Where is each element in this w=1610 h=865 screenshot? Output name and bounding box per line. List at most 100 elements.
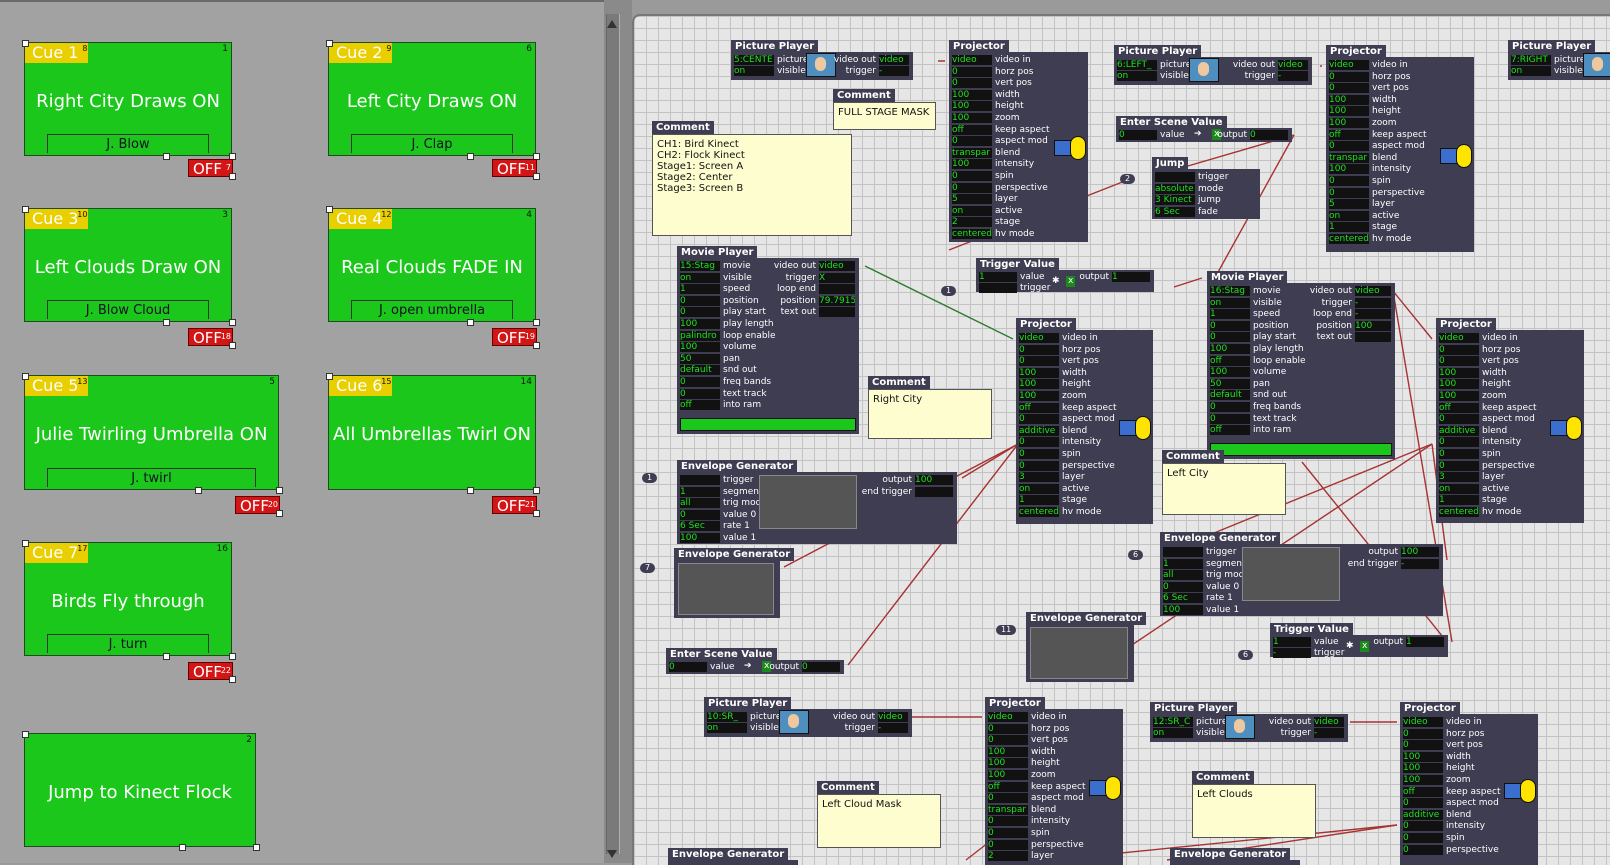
movie-progress-bar[interactable] xyxy=(1210,443,1392,456)
envelope-graph[interactable] xyxy=(759,475,857,529)
input-value[interactable]: transpar xyxy=(988,804,1028,815)
output-row[interactable]: end trigger - xyxy=(1348,559,1439,570)
input-row[interactable]: 0 position xyxy=(1210,320,1289,332)
input-row[interactable]: absolute mode xyxy=(1155,183,1224,195)
output-row[interactable]: video out video xyxy=(833,712,908,723)
input-row[interactable]: trigger xyxy=(680,475,753,486)
input-row[interactable]: - trigger xyxy=(1273,648,1344,659)
input-value[interactable]: 0 xyxy=(680,377,720,387)
input-value[interactable]: 100 xyxy=(1403,751,1443,762)
input-row[interactable]: off keep aspect xyxy=(1329,129,1426,141)
scroll-down-arrow-icon[interactable] xyxy=(607,850,617,858)
input-row[interactable]: 0 text track xyxy=(1210,413,1297,425)
input-value[interactable]: 100 xyxy=(1329,106,1369,117)
output-value[interactable]: 100 xyxy=(1401,547,1439,557)
input-row[interactable]: off keep aspect xyxy=(1019,402,1116,414)
input-row[interactable]: 0 horz pos xyxy=(952,66,1033,78)
input-row[interactable]: off keep aspect xyxy=(1439,402,1536,414)
input-value[interactable]: 0 xyxy=(1329,176,1369,186)
output-value[interactable]: 1 xyxy=(1112,272,1150,282)
input-value[interactable]: 2 xyxy=(952,217,992,228)
input-row[interactable]: 100 width xyxy=(988,746,1056,758)
input-row[interactable]: 100 zoom xyxy=(1329,118,1397,129)
input-value[interactable]: centered xyxy=(1329,234,1369,244)
resize-handle[interactable] xyxy=(253,844,260,851)
resize-handle[interactable] xyxy=(276,487,283,494)
input-value[interactable]: 50 xyxy=(680,353,720,364)
input-value[interactable]: 0 xyxy=(1119,130,1157,140)
input-row[interactable]: 100 value 1 xyxy=(680,533,756,544)
input-value[interactable]: additive xyxy=(1403,809,1443,820)
input-row[interactable]: 0 spin xyxy=(1439,449,1501,460)
input-value[interactable]: centered xyxy=(952,229,992,239)
input-value[interactable]: off xyxy=(1210,425,1250,436)
input-value[interactable]: 6 Sec xyxy=(680,521,720,532)
input-value[interactable]: 0 xyxy=(952,78,992,89)
input-value[interactable]: off xyxy=(1403,786,1443,797)
cue-button[interactable]: Cue 4 12 4 Real Clouds FADE IN J. open umbre… xyxy=(326,206,540,326)
input-value[interactable]: 1 xyxy=(1163,558,1203,569)
input-row[interactable]: transpar blend xyxy=(952,147,1020,159)
input-row[interactable]: on active xyxy=(1329,210,1399,222)
input-value[interactable]: 100 xyxy=(680,342,720,353)
pp-actor[interactable]: Picture Player 7:RIGHT picture on visible xyxy=(1508,40,1610,80)
input-value[interactable]: 1 xyxy=(1329,222,1369,233)
input-row[interactable]: default snd out xyxy=(1210,390,1287,401)
input-value[interactable]: video xyxy=(1019,333,1059,343)
output-value[interactable]: - xyxy=(1314,728,1344,738)
input-row[interactable]: 100 volume xyxy=(1210,367,1286,378)
input-row[interactable]: 100 width xyxy=(1329,94,1397,106)
input-row[interactable]: 100 width xyxy=(1403,751,1471,763)
input-value[interactable]: 0 xyxy=(1329,187,1369,198)
input-row[interactable]: 0 horz pos xyxy=(1403,728,1484,740)
input-value[interactable]: 0 xyxy=(1439,414,1479,425)
input-value[interactable]: 100 xyxy=(988,746,1028,757)
scrollbar-track[interactable] xyxy=(606,14,620,854)
output-value[interactable]: X xyxy=(819,272,855,283)
input-value[interactable]: 0 xyxy=(952,66,992,77)
resize-handle[interactable] xyxy=(533,487,540,494)
cue-button[interactable]: Cue 5 13 5 Julie Twirling Umbrella ON J. twi… xyxy=(22,373,283,494)
input-value[interactable]: 0 xyxy=(1019,460,1059,471)
input-value[interactable]: 0 xyxy=(1019,449,1059,459)
input-value[interactable]: default xyxy=(1210,390,1250,401)
resize-handle[interactable] xyxy=(163,153,170,160)
input-value[interactable]: 0 xyxy=(1210,320,1250,331)
jump-actor[interactable]: Jump trigger absolute mode 3 Kinect jump 6 Sec… xyxy=(1152,157,1260,219)
env-actor[interactable]: Envelope Generator trigger 1 segments all tri… xyxy=(1160,532,1443,616)
input-row[interactable]: on visible xyxy=(734,66,806,77)
input-value[interactable]: 3 xyxy=(1019,472,1059,483)
movie-actor[interactable]: Movie Player 16:Stag movie on visible 1 speed 0… xyxy=(1207,271,1395,459)
input-row[interactable]: on visible xyxy=(1511,66,1583,77)
input-row[interactable]: 0 spin xyxy=(952,171,1014,182)
input-row[interactable]: 6 Sec fade xyxy=(1155,206,1218,218)
input-row[interactable]: 2 stage xyxy=(952,217,1020,228)
input-value[interactable]: 100 xyxy=(1019,391,1059,401)
input-row[interactable]: 12:SR_C picture xyxy=(1153,717,1227,728)
input-value[interactable]: 0 xyxy=(988,828,1028,838)
input-value[interactable]: 100 xyxy=(1439,391,1479,401)
input-value[interactable]: on xyxy=(680,272,720,283)
envelope-graph[interactable] xyxy=(1242,547,1340,601)
input-row[interactable]: on visible xyxy=(680,272,752,284)
input-value[interactable]: 0 xyxy=(988,839,1028,850)
input-value[interactable] xyxy=(1163,547,1203,557)
input-row[interactable]: transpar blend xyxy=(1329,152,1397,164)
input-row[interactable]: 0 aspect mod xyxy=(952,136,1048,147)
output-value[interactable]: video xyxy=(1314,717,1344,727)
env-actor[interactable]: Envelope Generator trigger 1 segments all tri… xyxy=(677,460,957,544)
input-value[interactable]: 1 xyxy=(1019,495,1059,506)
cue-button[interactable]: Cue 7 17 16 Birds Fly through J. turn xyxy=(22,540,236,660)
input-value[interactable]: 0 xyxy=(1329,141,1369,152)
input-value[interactable]: 0 xyxy=(1019,414,1059,425)
input-row[interactable]: video video in xyxy=(1439,333,1518,344)
input-value[interactable]: 0 xyxy=(1403,844,1443,855)
input-value[interactable]: 100 xyxy=(1019,379,1059,390)
trig-actor[interactable]: Trigger Value 1 value trigger ✱ x output 1 xyxy=(976,258,1154,293)
output-row[interactable]: trigger - xyxy=(846,66,909,77)
input-row[interactable]: 100 height xyxy=(988,758,1060,769)
output-value[interactable] xyxy=(1355,332,1391,343)
input-row[interactable]: 100 play length xyxy=(680,319,774,330)
input-value[interactable]: 6:LEFT_ xyxy=(1117,60,1157,70)
input-value[interactable]: 0 xyxy=(988,793,1028,804)
